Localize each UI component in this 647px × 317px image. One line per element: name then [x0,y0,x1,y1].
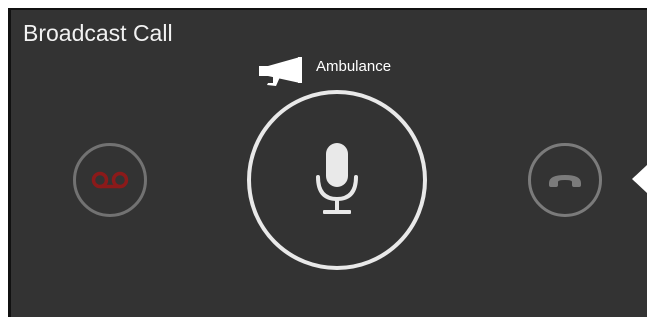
channel-indicator: Ambulance [258,56,391,86]
phone-hangup-icon [549,175,581,187]
window-title: Broadcast Call [23,20,173,46]
hangup-button[interactable] [528,143,602,217]
megaphone-icon [259,57,302,86]
broadcast-call-panel: Broadcast Call Ambulance [8,8,647,317]
caret-left-icon[interactable] [632,165,647,193]
push-to-talk-mic-button[interactable] [247,90,427,270]
microphone-icon [316,143,358,214]
voicemail-icon [91,171,129,189]
app-frame: Broadcast Call Ambulance [0,0,647,317]
voicemail-button[interactable] [73,143,147,217]
channel-label: Ambulance [316,58,392,75]
